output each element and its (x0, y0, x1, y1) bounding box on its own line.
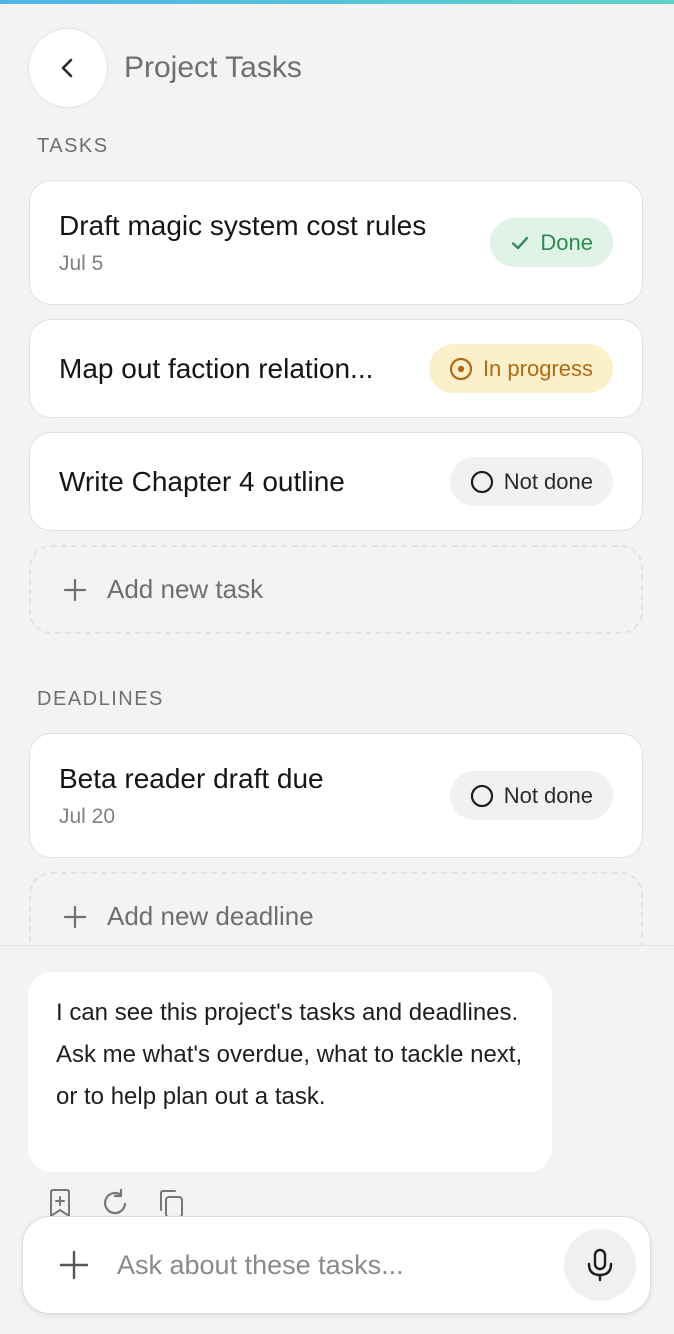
status-label: Done (540, 229, 593, 255)
task-text: Write Chapter 4 outline (59, 466, 345, 498)
task-title: Map out faction relation... (59, 352, 374, 384)
status-badge-done[interactable]: Done (490, 218, 613, 267)
status-badge-not-done[interactable]: Not done (449, 457, 613, 506)
task-date: Jul 5 (59, 251, 104, 275)
add-deadline-label: Add new deadline (107, 901, 314, 931)
assistant-chat-panel: I can see this project's tasks and deadl… (0, 945, 674, 1334)
status-label: In progress (482, 355, 593, 381)
task-card[interactable]: Map out faction relation... In progress (29, 319, 643, 418)
task-text: Draft magic system cost rules Jul 5 (59, 210, 426, 276)
microphone-icon (587, 1248, 613, 1282)
status-badge-in-progress[interactable]: In progress (428, 344, 613, 393)
empty-circle-icon (470, 784, 493, 807)
microphone-button[interactable] (564, 1229, 636, 1301)
back-button[interactable] (28, 28, 108, 108)
refresh-icon[interactable] (101, 1188, 129, 1218)
bookmark-add-icon[interactable] (47, 1188, 73, 1218)
deadline-date: Jul 20 (59, 804, 116, 828)
status-label: Not done (503, 782, 593, 808)
deadline-title: Beta reader draft due (59, 762, 324, 794)
plus-icon (63, 578, 87, 601)
header: Project Tasks (28, 28, 302, 108)
chevron-left-icon (61, 58, 73, 78)
task-card[interactable]: Draft magic system cost rules Jul 5 Done (29, 180, 643, 305)
add-task-button[interactable]: Add new task (29, 545, 643, 634)
page-title: Project Tasks (124, 51, 302, 84)
deadline-text: Beta reader draft due Jul 20 (59, 763, 324, 829)
copy-icon[interactable] (157, 1188, 185, 1218)
check-icon (512, 236, 529, 249)
deadlines-section-label: DEADLINES (37, 688, 164, 710)
task-card[interactable]: Write Chapter 4 outline Not done (29, 432, 643, 531)
deadline-card[interactable]: Beta reader draft due Jul 20 Not done (29, 733, 643, 858)
chat-composer (22, 1216, 651, 1314)
task-title: Write Chapter 4 outline (59, 465, 345, 497)
task-title: Draft magic system cost rules (59, 209, 427, 241)
plus-icon[interactable] (59, 1250, 89, 1280)
plus-icon (63, 905, 87, 928)
tasks-section-label: TASKS (37, 135, 109, 157)
task-text: Map out faction relation... (59, 353, 373, 385)
chat-input[interactable] (117, 1249, 564, 1281)
assistant-message: I can see this project's tasks and deadl… (28, 972, 552, 1172)
add-task-label: Add new task (107, 574, 264, 604)
status-badge-not-done[interactable]: Not done (449, 771, 613, 820)
top-accent-bar (0, 0, 674, 4)
message-actions (47, 1188, 185, 1218)
empty-circle-icon (470, 470, 493, 493)
status-label: Not done (503, 468, 593, 494)
in-progress-icon (449, 357, 473, 380)
